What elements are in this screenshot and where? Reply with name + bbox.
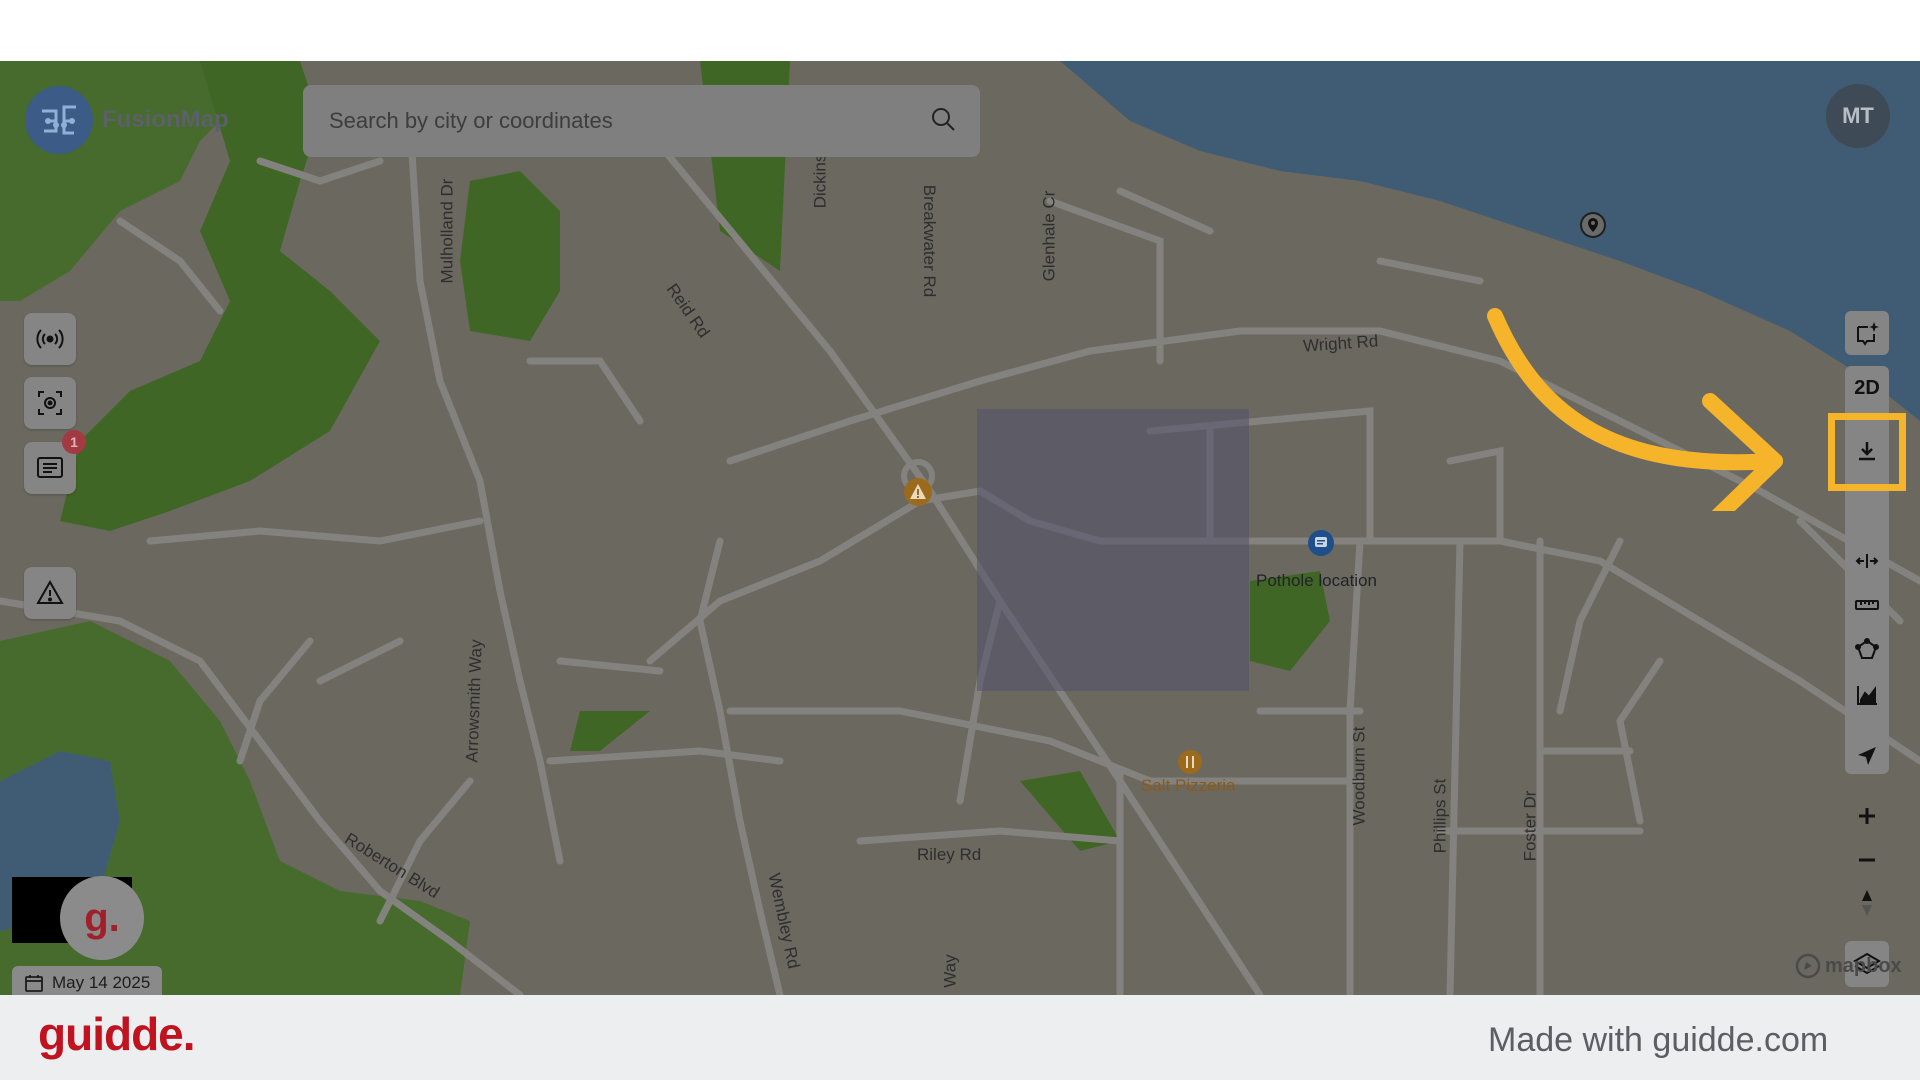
ruler-button[interactable]: [1845, 583, 1889, 627]
street-label: Foster Dr: [1520, 790, 1540, 862]
mapbox-attribution[interactable]: mapbox: [1795, 953, 1902, 979]
location-pin-icon[interactable]: [1578, 211, 1608, 246]
top-whitespace: [0, 0, 1920, 61]
ruler-icon: [1855, 600, 1879, 610]
date-picker[interactable]: May 14 2025: [12, 966, 163, 995]
2d-toggle-label: 2D: [1854, 376, 1880, 399]
app-logo[interactable]: FusionMap: [22, 83, 229, 157]
notification-badge: 1: [62, 430, 86, 454]
scan-icon: [38, 391, 62, 415]
warning-button[interactable]: [24, 567, 76, 619]
warning-marker-icon[interactable]: [903, 477, 933, 512]
footer-bar: guidde. Made with guidde.com: [0, 995, 1920, 1080]
messages-icon: [37, 457, 63, 478]
made-with-text: Made with guidde.com: [1488, 1021, 1829, 1059]
street-label: Arrowsmith Way: [462, 639, 486, 763]
street-label: Glenhale Cr: [1039, 190, 1059, 282]
download-highlight-frame: [1828, 413, 1906, 491]
street-label: Riley Rd: [917, 845, 982, 864]
street-label: Mulholland Dr: [437, 178, 457, 284]
compass-button[interactable]: [1845, 881, 1889, 925]
pizzeria-label: Salt Pizzeria: [1141, 776, 1236, 795]
street-label: Way: [940, 954, 960, 988]
street-label: Woodburn St: [1349, 726, 1369, 826]
search-bar[interactable]: [303, 85, 980, 157]
calendar-icon: [25, 975, 43, 992]
compass-icon: [1862, 890, 1872, 916]
brain-logo-icon: [25, 86, 93, 154]
zoom-in-icon: [1859, 808, 1875, 824]
street-label: Phillips St: [1430, 778, 1450, 854]
navigate-button[interactable]: [1845, 734, 1889, 778]
measure-width-icon: [1855, 554, 1879, 568]
user-avatar[interactable]: MT: [1826, 84, 1890, 148]
scan-button[interactable]: [24, 377, 76, 429]
zoom-out-icon: [1859, 858, 1875, 862]
search-icon[interactable]: [930, 106, 956, 137]
guide-arrow-icon: [1487, 308, 1783, 511]
mapbox-logo-icon: [1795, 953, 1821, 979]
street-label: Dickins: [810, 153, 830, 209]
street-label: Breakwater Rd: [920, 184, 940, 298]
map-canvas[interactable]: Mulholland Dr Dickins Breakwater Rd Glen…: [0, 61, 1920, 995]
2d-toggle-button[interactable]: 2D: [1854, 366, 1880, 410]
chart-button[interactable]: [1845, 673, 1889, 717]
polygon-draw-button[interactable]: [1845, 628, 1889, 672]
date-label: May 14 2025: [52, 973, 151, 992]
app-name: FusionMap: [102, 106, 229, 133]
ai-assistant-button[interactable]: [1845, 311, 1889, 355]
warning-icon: [36, 579, 64, 604]
zoom-in-button[interactable]: [1845, 794, 1889, 838]
zoom-out-button[interactable]: [1845, 838, 1889, 882]
measure-width-button[interactable]: [1845, 539, 1889, 583]
guidde-bubble[interactable]: g.: [60, 876, 144, 960]
search-input[interactable]: [327, 107, 930, 135]
pothole-label: Pothole location: [1256, 571, 1377, 590]
broadcast-icon: [36, 329, 64, 349]
broadcast-button[interactable]: [24, 313, 76, 365]
mapbox-label: mapbox: [1825, 954, 1902, 977]
guidde-logo[interactable]: guidde.: [38, 1007, 196, 1061]
polygon-icon: [1855, 638, 1879, 659]
ai-sparkle-icon: [1857, 322, 1879, 346]
navigate-icon: [1858, 747, 1876, 765]
pothole-marker-icon[interactable]: [1307, 529, 1335, 562]
chart-icon: [1857, 686, 1877, 705]
